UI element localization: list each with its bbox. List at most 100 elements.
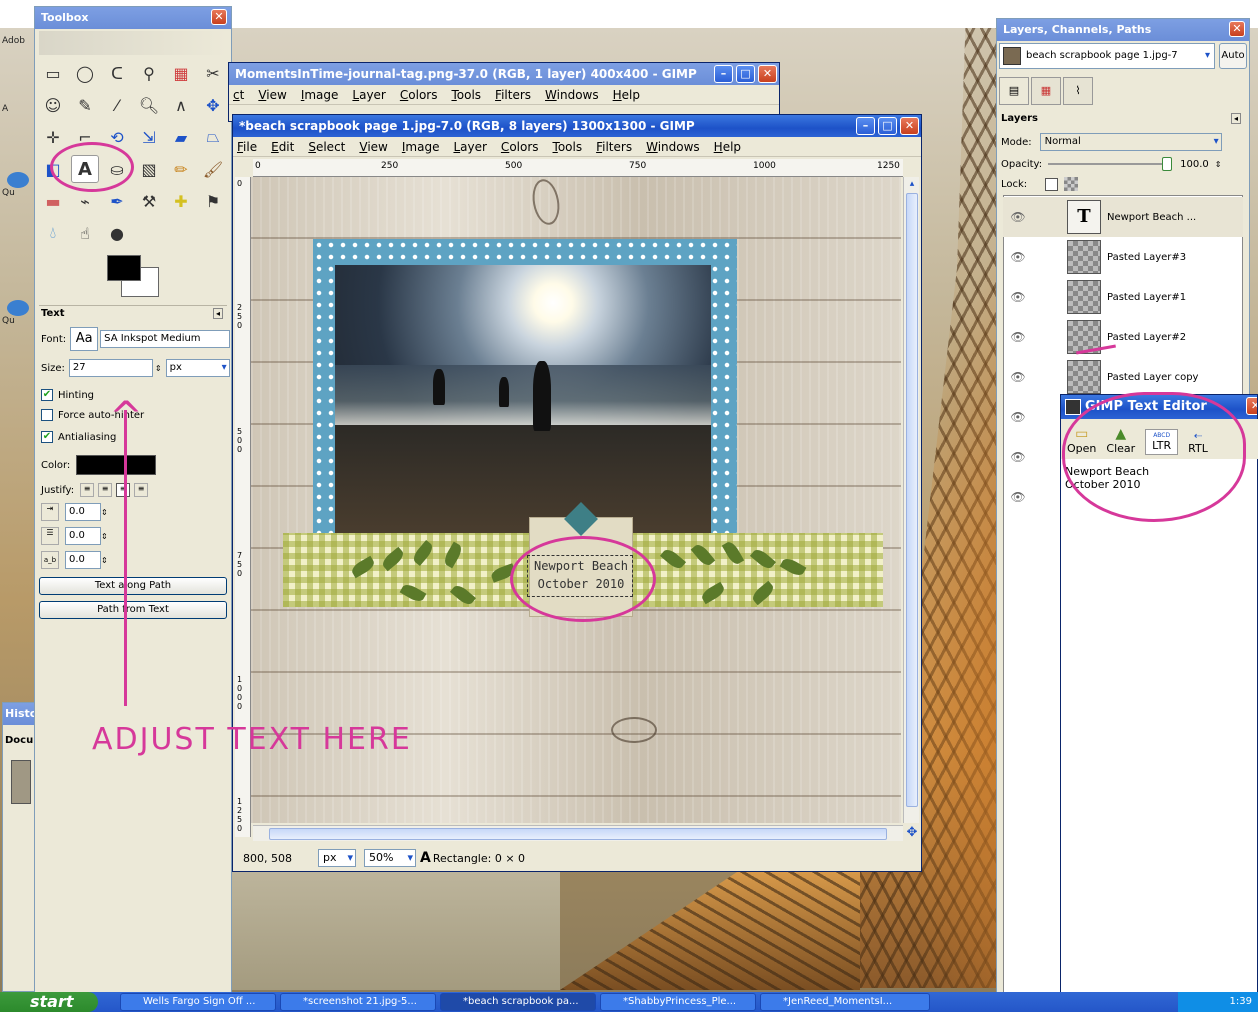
align-icon[interactable]: ✛ [39,123,67,151]
menu-file[interactable]: File [237,140,257,154]
navigate-icon[interactable]: ✥ [905,825,919,841]
layers-titlebar[interactable]: Layers, Channels, Paths ✕ [997,19,1249,41]
scissors-icon[interactable]: ✂ [199,59,227,87]
letter-spacing-spinner-icon[interactable]: ⇕ [101,556,108,565]
menu-help[interactable]: Help [714,140,741,154]
mode-select[interactable]: Normal ▾ [1039,133,1222,151]
move-icon[interactable]: ✥ [199,91,227,119]
shear-icon[interactable]: ▰ [167,123,195,151]
fg-bg-colors[interactable] [107,255,163,299]
auto-button[interactable]: Auto [1219,43,1247,69]
zoom-icon[interactable]: 🔍︎ [135,91,163,119]
close-button[interactable]: ✕ [1229,21,1245,37]
close-button[interactable]: ✕ [900,117,919,135]
line-spacing-input[interactable]: 0.0 [65,527,101,545]
blend-icon[interactable]: ▧ [135,155,163,183]
close-button[interactable]: ✕ [1246,397,1257,415]
desktop-icon-a[interactable]: A [2,104,34,128]
hinting-checkbox[interactable]: ✔ [41,389,53,401]
toolbox-titlebar[interactable]: Toolbox ✕ [35,7,231,29]
desktop-icon-adobe[interactable]: Adob [2,36,34,60]
eye-icon[interactable]: 👁︎ [1003,370,1033,384]
tab-menu-icon[interactable]: ◂ [1230,113,1241,124]
menu-layer[interactable]: Layer [453,140,486,154]
size-input[interactable]: 27 [68,359,153,377]
paths-tab-icon[interactable]: ⌇ [1063,77,1093,105]
lock-alpha-icon[interactable] [1064,177,1079,191]
close-button[interactable]: ✕ [758,65,777,83]
menu-colors[interactable]: Colors [501,140,539,154]
font-preview-button[interactable]: Aa [70,327,99,351]
unit-select[interactable]: px ▾ [317,849,356,867]
eye-icon[interactable]: 👁︎ [1003,210,1033,224]
justify-right-icon[interactable]: ≡ [98,483,113,497]
indent-spinner-icon[interactable]: ⇕ [101,508,108,517]
layer-row[interactable]: 👁︎ [1003,477,1053,517]
measure-icon[interactable]: ∧ [167,91,195,119]
taskbar-item[interactable]: *JenReed_MomentsI... [760,993,930,1011]
fuzzy-select-icon[interactable]: ⚲ [135,59,163,87]
image-titlebar[interactable]: *beach scrapbook page 1.jpg-7.0 (RGB, 8 … [233,115,921,137]
slider-handle[interactable] [1162,157,1173,171]
text-along-path-button[interactable]: Text along Path [39,577,227,595]
menu-edit[interactable]: Edit [271,140,294,154]
text-color-button[interactable] [76,455,157,475]
layer-row[interactable]: 👁︎ [1003,437,1053,477]
image-select[interactable]: beach scrapbook page 1.jpg-7 ▾ [999,43,1215,69]
desktop-icon-quicktime[interactable]: Qu [2,172,34,198]
scroll-thumb[interactable] [906,193,918,807]
eraser-icon[interactable]: ▬ [39,187,67,215]
layer-row[interactable]: 👁︎ [1003,397,1053,437]
desktop-icon-quicktime-2[interactable]: Qu [2,300,34,326]
clock[interactable]: 1:39 [1230,996,1252,1007]
clone-icon[interactable]: ⚒ [135,187,163,215]
dodge-burn-icon[interactable]: ● [103,219,131,247]
line-spacing-spinner-icon[interactable]: ⇕ [101,532,108,541]
size-unit-select[interactable]: px ▾ [165,359,230,377]
close-button[interactable]: ✕ [211,9,227,25]
minimize-button[interactable]: – [714,65,733,83]
layer-row[interactable]: 👁︎ Pasted Layer copy [1003,357,1243,397]
indent-input[interactable]: 0.0 [65,503,101,521]
horizontal-scrollbar[interactable] [253,825,903,841]
paintbrush-icon[interactable]: 🖌︎ [199,155,227,183]
menu-windows[interactable]: Windows [545,88,599,102]
moments-titlebar[interactable]: MomentsInTime-journal-tag.png-37.0 (RGB,… [229,63,779,85]
heal-icon[interactable]: ✚ [167,187,195,215]
tab-menu-icon[interactable]: ◂ [212,308,223,319]
maximize-button[interactable]: □ [736,65,755,83]
menu-view[interactable]: View [258,88,286,102]
menu-item[interactable]: ct [233,88,244,102]
layers-tab-icon[interactable]: ▤ [999,77,1029,105]
eye-icon[interactable]: 👁︎ [1003,250,1033,264]
ink-icon[interactable]: ✒ [103,187,131,215]
hinting-row[interactable]: ✔ Hinting [41,389,94,401]
antialias-checkbox[interactable]: ✔ [41,431,53,443]
perspective-icon[interactable]: ⏢ [199,123,227,151]
smudge-icon[interactable]: ☝ [71,219,99,247]
letter-spacing-input[interactable]: 0.0 [65,551,101,569]
menu-select[interactable]: Select [308,140,345,154]
paths-icon[interactable]: ✎ [71,91,99,119]
menu-tools[interactable]: Tools [451,88,481,102]
channels-tab-icon[interactable]: ▦ [1031,77,1061,105]
font-input[interactable]: SA Inkspot Medium [100,330,231,348]
select-by-color-icon[interactable]: ▦ [167,59,195,87]
eye-icon[interactable]: 👁︎ [1003,290,1033,304]
justify-left-icon[interactable]: ≡ [80,483,95,497]
ellipse-select-icon[interactable]: ◯ [71,59,99,87]
rect-select-icon[interactable]: ▭ [39,59,67,87]
eye-icon[interactable]: 👁︎ [1003,450,1033,464]
menu-view[interactable]: View [359,140,387,154]
taskbar-item[interactable]: *screenshot 21.jpg-5... [280,993,436,1011]
opacity-slider[interactable] [1048,157,1173,171]
start-button[interactable]: start [0,992,98,1012]
layer-row[interactable]: 👁︎ Pasted Layer#3 [1003,237,1243,277]
layer-row[interactable]: 👁︎ Pasted Layer#2 [1003,317,1243,357]
taskbar-item[interactable]: *beach scrapbook pa... [440,993,596,1011]
menu-image[interactable]: Image [301,88,339,102]
taskbar-item[interactable]: *ShabbyPrincess_Ple... [600,993,756,1011]
menu-image[interactable]: Image [402,140,440,154]
menu-help[interactable]: Help [613,88,640,102]
minimize-button[interactable]: – [856,117,875,135]
